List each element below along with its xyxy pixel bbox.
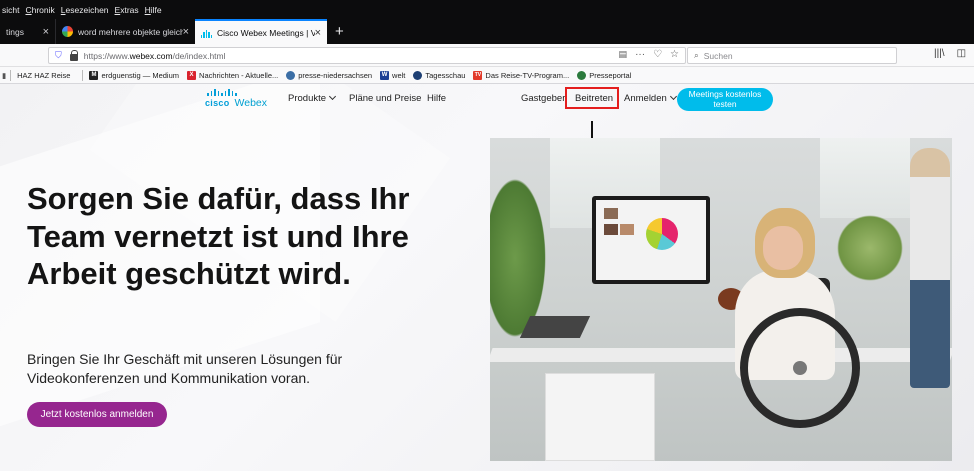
bookmark-nachrichten[interactable]: X Nachrichten - Aktuelle... (187, 70, 279, 80)
bookmark-label: presse-niedersachsen (298, 70, 373, 80)
logo-cisco-text: cisco (205, 98, 230, 108)
cisco-webex-logo[interactable]: cisco Webex (205, 89, 267, 109)
bookmark-label: HAZ HAZ Reise (17, 70, 71, 80)
welt-icon: W (380, 70, 390, 80)
photo-pie-chart (646, 218, 678, 250)
tv-icon: TV (473, 70, 483, 80)
url-bar[interactable]: ⛉ https://www.webex.com/de/index.html ▤ … (48, 47, 686, 64)
bookmark-haz[interactable]: HAZ HAZ Reise (17, 71, 70, 80)
presseportal-icon (577, 70, 587, 80)
photo-desk (490, 348, 952, 362)
shield-icon[interactable]: ⛉ (55, 50, 62, 61)
site-nav: cisco Webex Produkte Pläne und Preise Hi… (0, 84, 974, 112)
library-icon[interactable]: |||\ (934, 48, 945, 59)
tab-bar: tings × word mehrere objekte gleichze × … (0, 19, 974, 44)
bookmark-tagesschau[interactable]: Tagesschau (413, 70, 466, 80)
bookmark-presseportal[interactable]: Presseportal (577, 70, 632, 80)
nav-produkte[interactable]: Produkte (288, 92, 337, 104)
globe-icon (286, 70, 296, 80)
tab-title: tings (6, 26, 24, 37)
tagesschau-icon (413, 70, 423, 80)
menu-item-chronik[interactable]: Chronik (25, 5, 54, 15)
navigation-bar: ⛉ https://www.webex.com/de/index.html ▤ … (0, 44, 974, 67)
bookmark-presse-niedersachsen[interactable]: presse-niedersachsen (286, 70, 373, 80)
nachrichten-icon: X (187, 70, 197, 80)
nav-hilfe[interactable]: Hilfe (427, 93, 446, 104)
nav-produkte-label: Produkte (288, 93, 327, 104)
chevron-down-icon (669, 92, 677, 101)
url-text: https://www.webex.com/de/index.html (83, 50, 226, 61)
medium-icon: M (89, 70, 99, 80)
bookmarks-bar: ▮ HAZ HAZ Reise M erdguenstig — Medium X… (0, 67, 974, 84)
menu-bar: sicht Chronik Lesezeichen Extras Hilfe (0, 0, 974, 19)
reader-view-icon[interactable]: ▤ (619, 49, 628, 60)
tab-webex-active[interactable]: Cisco Webex Meetings | Videok × (195, 19, 327, 44)
search-placeholder: Suchen (703, 50, 733, 61)
nav-anmelden-label: Anmelden (624, 93, 667, 104)
menu-item-extras[interactable]: Extras (115, 5, 139, 15)
bookmark-reise-tv[interactable]: TV Das Reise-TV-Program... (473, 70, 570, 80)
bookmark-label: Nachrichten - Aktuelle... (199, 70, 279, 80)
sidebar-icon[interactable]: ◫ (957, 48, 966, 59)
bookmark-label: welt (392, 70, 406, 80)
close-icon[interactable]: × (315, 27, 321, 39)
meetings-trial-button[interactable]: Meetings kostenlos testen (677, 88, 773, 111)
new-tab-button[interactable]: + (327, 19, 352, 44)
logo-webex-text: Webex (234, 97, 268, 109)
tab-word-search[interactable]: word mehrere objekte gleichze × (55, 19, 195, 44)
menu-item-lesezeichen[interactable]: Lesezeichen (61, 5, 109, 15)
url-actions: ▤ ··· ♡ ☆ (619, 49, 679, 60)
menu-item-hilfe[interactable]: Hilfe (145, 5, 162, 15)
hero-title: Sorgen Sie dafür, dass Ihr Team vernetzt… (27, 181, 410, 291)
close-icon[interactable]: × (183, 26, 189, 38)
bookmarks-separator (10, 69, 12, 81)
photo-monitor (592, 196, 710, 284)
pocket-icon[interactable]: ♡ (653, 49, 662, 60)
bookmark-label: Das Reise-TV-Program... (485, 70, 570, 80)
chevron-down-icon (328, 92, 337, 101)
nav-anmelden[interactable]: Anmelden (624, 92, 677, 104)
photo-screen (596, 200, 706, 280)
photo-wheel (740, 308, 860, 428)
search-icon: ⌕ (694, 50, 699, 60)
photo-video-tile (604, 208, 618, 219)
photo-person-face (763, 226, 803, 270)
toolbar-right: |||\ ◫ (934, 48, 966, 59)
cisco-icon (201, 27, 213, 38)
bookmark-folder-icon[interactable]: ▮ (2, 71, 6, 80)
nav-beitreten[interactable]: Beitreten (575, 93, 613, 104)
tab-title: word mehrere objekte gleichze (78, 26, 183, 37)
photo-window (820, 138, 910, 218)
tab-title: Cisco Webex Meetings | Videok (217, 27, 315, 38)
photo-video-tile (620, 224, 634, 235)
hero-photo (490, 138, 952, 461)
webex-page: cisco Webex Produkte Pläne und Preise Hi… (0, 84, 974, 471)
tab-partial[interactable]: tings × (0, 19, 55, 44)
page-actions-icon[interactable]: ··· (635, 49, 645, 60)
search-bar[interactable]: ⌕ Suchen (687, 47, 897, 64)
photo-standing-person (910, 148, 950, 388)
bookmark-label: Presseportal (589, 70, 632, 80)
lock-icon[interactable] (69, 49, 79, 61)
hero-subtitle: Bringen Sie Ihr Geschäft mit unseren Lös… (27, 351, 343, 386)
bookmark-welt[interactable]: W welt (380, 70, 406, 80)
bookmark-label: erdguenstig — Medium (101, 70, 180, 80)
bookmark-label: Tagesschau (425, 70, 466, 80)
photo-video-tile (604, 224, 618, 235)
close-icon[interactable]: × (43, 26, 49, 38)
photo-cabinet (545, 373, 655, 461)
bookmark-medium[interactable]: M erdguenstig — Medium (89, 70, 180, 80)
nav-gastgeber[interactable]: Gastgeber (521, 93, 565, 104)
menu-item-ansicht[interactable]: sicht (2, 5, 19, 15)
bookmarks-separator (82, 69, 84, 81)
cisco-logo-icon (207, 89, 237, 96)
nav-plaene-preise[interactable]: Pläne und Preise (349, 93, 421, 104)
google-icon (62, 26, 73, 37)
bookmark-star-icon[interactable]: ☆ (670, 49, 679, 60)
signup-free-button[interactable]: Jetzt kostenlos anmelden (27, 402, 167, 427)
photo-laptop (519, 316, 591, 338)
